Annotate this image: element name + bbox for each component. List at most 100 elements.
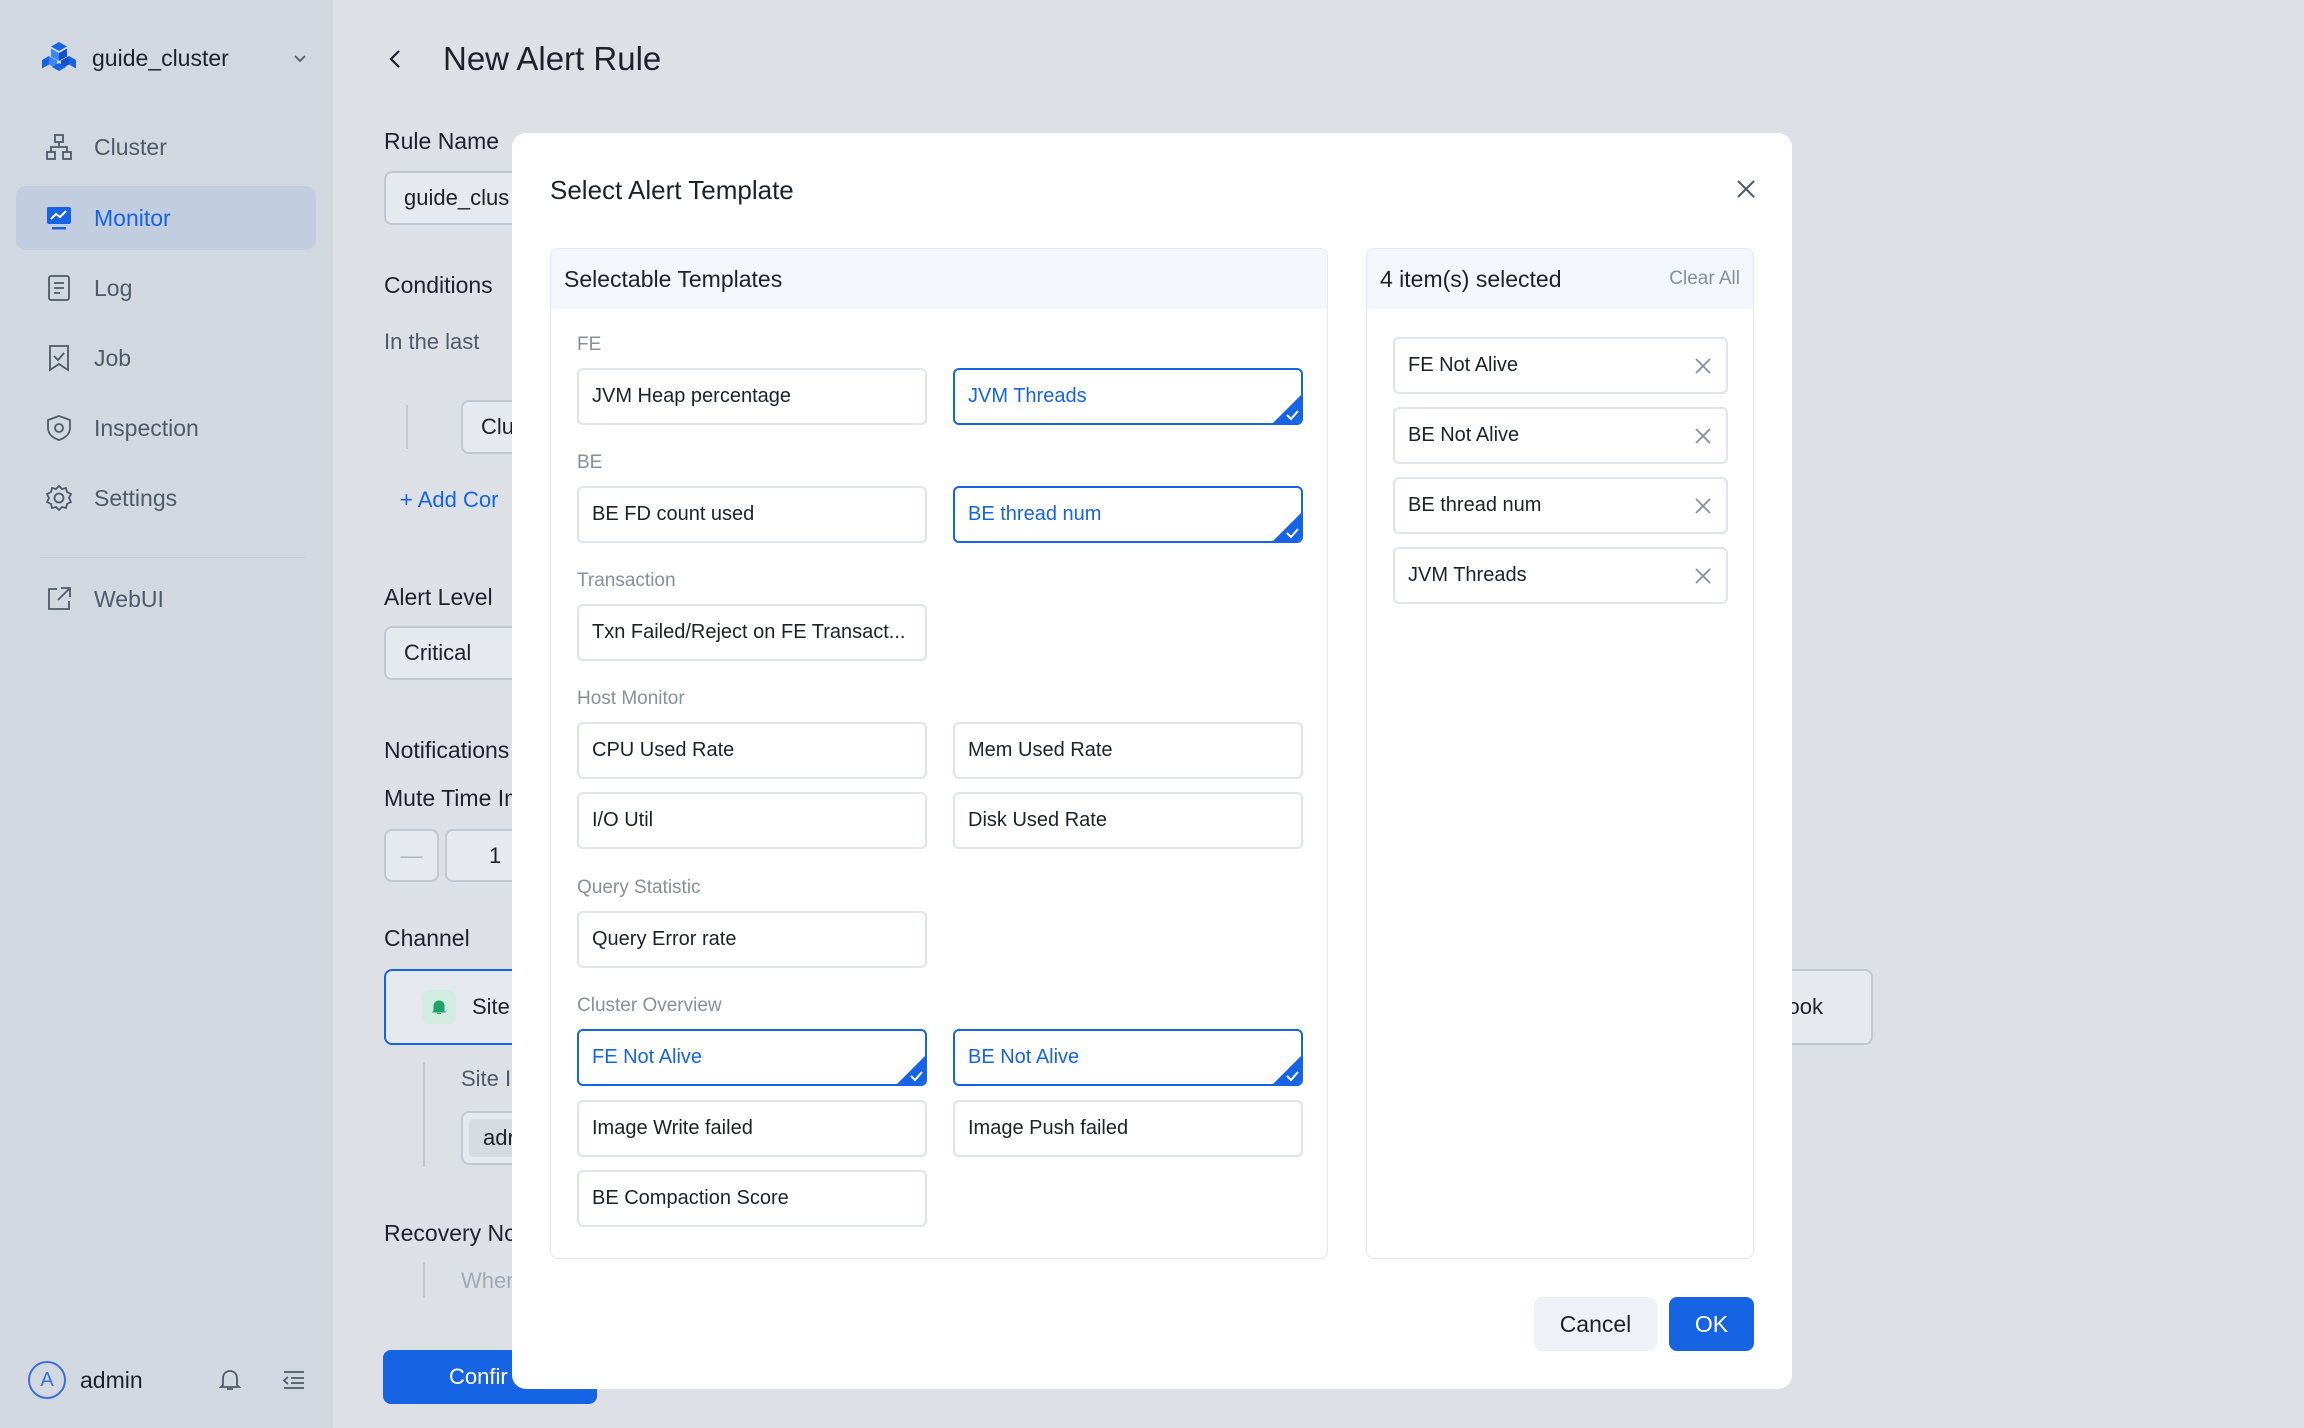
sidebar-item-label: Job (94, 344, 132, 371)
selected-templates-header: 4 item(s) selected Clear All (1367, 249, 1753, 309)
template-label: I/O Util (592, 809, 654, 831)
sidebar-item-monitor[interactable]: Monitor (16, 186, 316, 250)
selected-templates-panel: 4 item(s) selected Clear All FE Not Aliv… (1366, 248, 1754, 1259)
clear-all-button[interactable]: Clear All (1669, 268, 1740, 290)
conditions-label: Conditions (384, 272, 493, 298)
template-io-util[interactable]: I/O Util (577, 792, 927, 849)
template-be-thread-num[interactable]: BE thread num (953, 486, 1303, 543)
template-label: FE Not Alive (592, 1046, 703, 1068)
site-label: Site I (461, 1066, 512, 1091)
rule-name-label: Rule Name (384, 128, 500, 154)
mute-time-label: Mute Time In (384, 785, 517, 811)
sidebar-item-log[interactable]: Log (16, 256, 316, 320)
template-txn-failed-reject[interactable]: Txn Failed/Reject on FE Transact... (577, 604, 927, 661)
cluster-logo-icon (42, 42, 76, 71)
template-jvm-threads[interactable]: JVM Threads (953, 368, 1303, 425)
sidebar-item-inspection[interactable]: Inspection (16, 396, 316, 460)
selected-item-label: FE Not Alive (1408, 354, 1519, 376)
sidebar-item-job[interactable]: Job (16, 326, 316, 390)
group-label-be: BE (577, 452, 603, 473)
bell-icon (422, 990, 456, 1024)
panel-title: Selectable Templates (564, 265, 783, 292)
rule-name-value: guide_clus (404, 185, 510, 210)
remove-icon[interactable] (1694, 427, 1712, 445)
checkmark-icon (1273, 513, 1301, 541)
log-icon (48, 275, 70, 301)
template-disk-used-rate[interactable]: Disk Used Rate (953, 792, 1303, 849)
sidebar-item-label: Log (94, 274, 133, 301)
template-label: JVM Heap percentage (592, 385, 792, 407)
remove-icon[interactable] (1694, 357, 1712, 375)
checkmark-icon (1273, 395, 1301, 423)
template-label: Txn Failed/Reject on FE Transact... (592, 621, 906, 643)
selected-count: 4 item(s) selected (1380, 265, 1562, 292)
channel-label: Channel (384, 925, 470, 951)
selectable-templates-header: Selectable Templates (551, 249, 1327, 309)
cluster-switcher[interactable]: guide_cluster (40, 36, 310, 80)
sidebar-item-settings[interactable]: Settings (16, 466, 316, 530)
sidebar-item-label: WebUI (94, 585, 164, 612)
page-title: New Alert Rule (443, 40, 662, 77)
checkmark-icon (1273, 1056, 1301, 1084)
template-label: CPU Used Rate (592, 739, 735, 761)
dialog-title: Select Alert Template (550, 175, 794, 205)
select-alert-template-dialog: Select Alert Template Selectable Templat… (512, 133, 1792, 1389)
menu-fold-icon[interactable] (280, 1366, 308, 1394)
selected-item-label: BE thread num (1408, 494, 1542, 516)
recovery-hint: When (461, 1268, 519, 1293)
selected-item: BE thread num (1393, 477, 1728, 534)
condition-bracket (406, 405, 408, 449)
sidebar: guide_cluster Cluster Monitor Log Job In… (0, 0, 333, 1428)
template-be-compaction-score[interactable]: BE Compaction Score (577, 1170, 927, 1227)
notifications-label: Notifications (384, 737, 510, 763)
mute-decrement-button[interactable]: — (384, 829, 439, 882)
template-be-not-alive[interactable]: BE Not Alive (953, 1029, 1303, 1086)
add-condition-link[interactable]: + Add Cor (400, 487, 498, 513)
group-label-transaction: Transaction (577, 570, 676, 591)
checkmark-icon (897, 1056, 925, 1084)
template-label: BE Not Alive (968, 1046, 1080, 1068)
selected-item: JVM Threads (1393, 547, 1728, 604)
recovery-label: Recovery No (384, 1220, 517, 1246)
group-label-cluster-overview: Cluster Overview (577, 995, 722, 1016)
selected-item: FE Not Alive (1393, 337, 1728, 394)
sidebar-item-cluster[interactable]: Cluster (16, 115, 316, 179)
avatar[interactable]: A (28, 1361, 66, 1399)
template-label: JVM Threads (968, 385, 1087, 407)
remove-icon[interactable] (1694, 567, 1712, 585)
channel-webhook-option[interactable]: ook (1783, 969, 1873, 1045)
user-area: A admin (28, 1360, 308, 1400)
back-arrow-icon[interactable] (383, 46, 409, 72)
template-fe-not-alive[interactable]: FE Not Alive (577, 1029, 927, 1086)
template-mem-used-rate[interactable]: Mem Used Rate (953, 722, 1303, 779)
mute-time-value: 1 (489, 842, 502, 868)
template-label: Image Write failed (592, 1117, 753, 1139)
user-name[interactable]: admin (80, 1367, 180, 1394)
close-icon[interactable] (1734, 177, 1758, 201)
page-header: New Alert Rule (383, 40, 661, 78)
sidebar-item-webui[interactable]: WebUI (16, 567, 316, 631)
group-label-query-statistic: Query Statistic (577, 877, 701, 898)
mute-decrement-label: — (400, 842, 423, 868)
template-label: BE FD count used (592, 503, 755, 525)
template-jvm-heap-percentage[interactable]: JVM Heap percentage (577, 368, 927, 425)
template-query-error-rate[interactable]: Query Error rate (577, 911, 927, 968)
template-be-fd-count-used[interactable]: BE FD count used (577, 486, 927, 543)
inspection-icon (47, 415, 71, 441)
condition-field-value: Clu (481, 414, 515, 439)
bell-icon[interactable] (216, 1366, 244, 1394)
selected-item-label: BE Not Alive (1408, 424, 1520, 446)
ok-button[interactable]: OK (1669, 1297, 1754, 1351)
in-the-last-label: In the last (384, 329, 480, 354)
job-icon (49, 345, 69, 372)
channel-webhook-label: ook (1787, 994, 1823, 1019)
template-image-write-failed[interactable]: Image Write failed (577, 1100, 927, 1157)
gear-icon (45, 484, 73, 512)
cluster-icon (46, 134, 72, 160)
external-link-icon (48, 587, 71, 610)
template-cpu-used-rate[interactable]: CPU Used Rate (577, 722, 927, 779)
template-label: Mem Used Rate (968, 739, 1113, 761)
remove-icon[interactable] (1694, 497, 1712, 515)
template-image-push-failed[interactable]: Image Push failed (953, 1100, 1303, 1157)
cancel-button[interactable]: Cancel (1534, 1297, 1657, 1351)
